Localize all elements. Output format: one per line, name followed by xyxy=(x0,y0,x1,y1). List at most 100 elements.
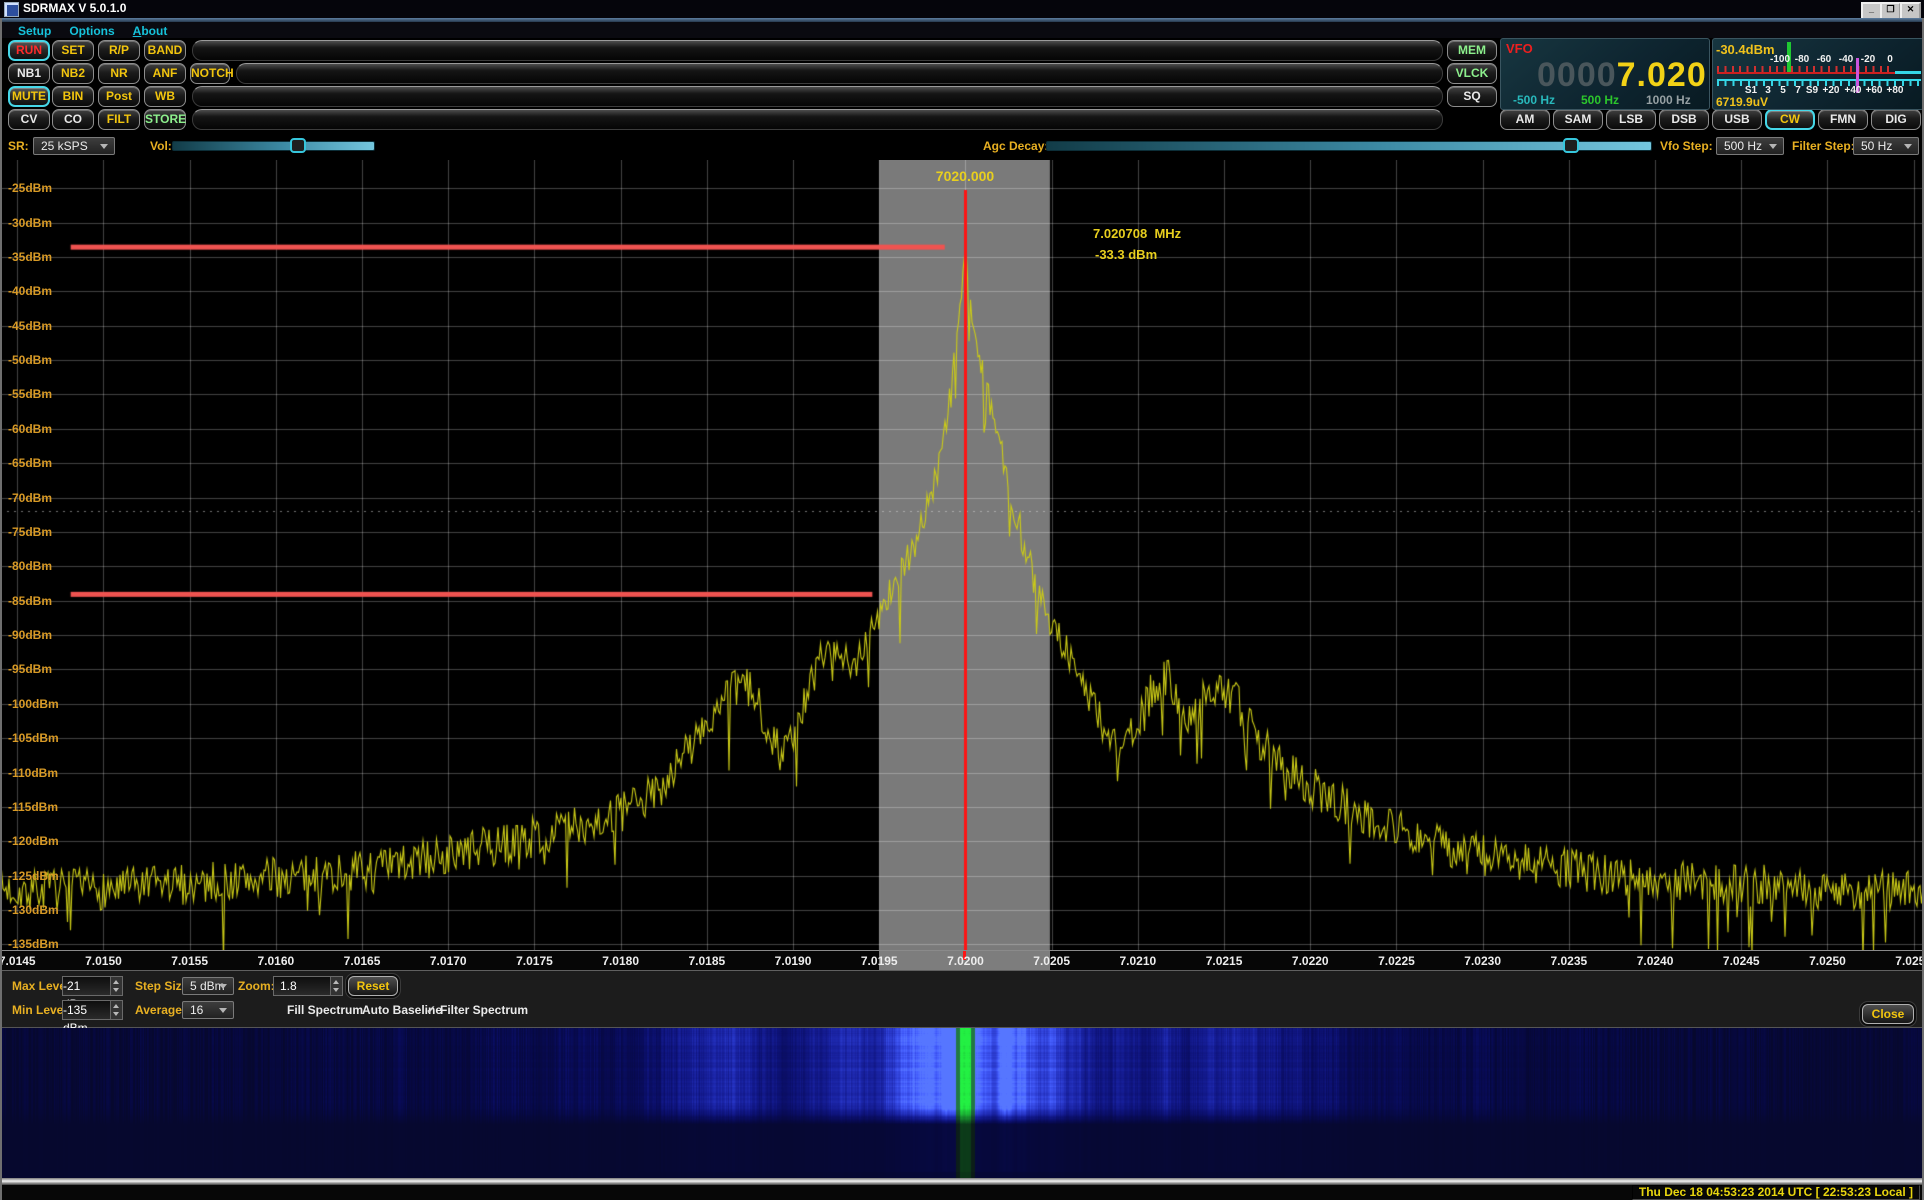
y-axis-label--75dbm: -75dBm xyxy=(8,525,52,539)
toolbar-button-band[interactable]: BAND xyxy=(144,40,186,61)
max-level-spinner[interactable]: -21 dBm xyxy=(62,976,123,996)
x-axis-label-7-0190: 7.0190 xyxy=(775,954,812,968)
y-axis-label--70dbm: -70dBm xyxy=(8,491,52,505)
mem-button[interactable]: MEM xyxy=(1447,40,1497,61)
toolbar-button-store[interactable]: STORE xyxy=(144,109,186,130)
toolbar-button-bin[interactable]: BIN xyxy=(52,86,94,107)
x-axis-label-7-0185: 7.0185 xyxy=(688,954,725,968)
y-axis-label--130dbm: -130dBm xyxy=(8,903,59,917)
x-axis-label-7-0255: 7.0255 xyxy=(1895,954,1924,968)
toolbar-button-mute[interactable]: MUTE xyxy=(8,86,50,107)
toolbar-button-nr[interactable]: NR xyxy=(98,63,140,84)
agc-decay-slider-thumb[interactable] xyxy=(1563,138,1579,153)
x-axis-label-7-0155: 7.0155 xyxy=(171,954,208,968)
mode-button-lsb[interactable]: LSB xyxy=(1606,109,1656,130)
zoom-spinner[interactable]: 1.8 xyxy=(273,976,343,996)
filter-step-label: Filter Step: xyxy=(1792,137,1855,155)
menu-item-about[interactable]: About xyxy=(133,23,168,39)
title-bar: SDRMAX V 5.0.1.0 _ ❐ ✕ xyxy=(0,0,1924,18)
meter-top-scale--40: -40 xyxy=(1839,54,1853,65)
mode-button-fmn[interactable]: FMN xyxy=(1818,109,1868,130)
sq-button[interactable]: SQ xyxy=(1447,86,1497,107)
zoom-value: 1.8 xyxy=(280,977,297,995)
y-axis-label--85dbm: -85dBm xyxy=(8,594,52,608)
min-level-spin-arrows[interactable] xyxy=(110,1001,122,1019)
mode-button-usb[interactable]: USB xyxy=(1712,109,1762,130)
x-axis-label-7-0205: 7.0205 xyxy=(1033,954,1070,968)
sample-rate-dropdown[interactable]: 25 kSPS xyxy=(33,137,115,155)
toolbar-button-r-p[interactable]: R/P xyxy=(98,40,140,61)
agc-decay-slider[interactable] xyxy=(1046,141,1652,151)
x-axis-label-7-0145: 7.0145 xyxy=(0,954,36,968)
x-axis-label-7-0165: 7.0165 xyxy=(344,954,381,968)
y-axis-label--50dbm: -50dBm xyxy=(8,353,52,367)
toolbar-slot-row1 xyxy=(192,40,1443,61)
meter-bottom-scale-5: 5 xyxy=(1780,85,1786,96)
toolbar-button-filt[interactable]: FILT xyxy=(98,109,140,130)
x-axis-label-7-0210: 7.0210 xyxy=(1119,954,1156,968)
step-size-dropdown[interactable]: 5 dBm xyxy=(182,977,234,995)
meter-bottom-scale--40: +40 xyxy=(1845,85,1862,96)
toolbar-button-nb1[interactable]: NB1 xyxy=(8,63,50,84)
waterfall-display[interactable] xyxy=(0,1028,1924,1178)
window-left-frame xyxy=(0,18,2,1200)
menu-item-setup[interactable]: Setup xyxy=(18,23,51,39)
meter-bottom-scale--80: +80 xyxy=(1887,85,1904,96)
mode-button-cw[interactable]: CW xyxy=(1765,109,1815,130)
mode-button-am[interactable]: AM xyxy=(1500,109,1550,130)
spectrum-canvas[interactable] xyxy=(0,160,1924,950)
meter-bottom-scale-7: 7 xyxy=(1795,85,1801,96)
reset-button[interactable]: Reset xyxy=(348,976,398,996)
filter-step-dropdown[interactable]: 50 Hz xyxy=(1853,137,1919,155)
y-axis-label--105dbm: -105dBm xyxy=(8,731,59,745)
volume-slider[interactable] xyxy=(172,141,375,151)
fill-spectrum-checkbox[interactable]: Fill Spectrum xyxy=(287,1000,363,1020)
zoom-spin-arrows[interactable] xyxy=(330,977,342,995)
vfo-step-dropdown[interactable]: 500 Hz xyxy=(1716,137,1784,155)
meter-dbm-readout: -30.4dBm xyxy=(1716,42,1775,57)
toolbar-button-cv[interactable]: CV xyxy=(8,109,50,130)
x-axis-label-7-0150: 7.0150 xyxy=(85,954,122,968)
min-level-spinner[interactable]: -135 dBm xyxy=(62,1000,123,1020)
close-button[interactable]: Close xyxy=(1862,1004,1914,1024)
x-axis-label-7-0175: 7.0175 xyxy=(516,954,553,968)
max-level-spin-arrows[interactable] xyxy=(110,977,122,995)
x-axis-label-7-0170: 7.0170 xyxy=(430,954,467,968)
meter-top-scale--80: -80 xyxy=(1795,54,1809,65)
y-axis-label--55dbm: -55dBm xyxy=(8,387,52,401)
mode-button-dig[interactable]: DIG xyxy=(1871,109,1921,130)
meter-uv-readout: 6719.9uV xyxy=(1716,95,1768,109)
x-axis-label-7-0220: 7.0220 xyxy=(1292,954,1329,968)
x-axis-label-7-0225: 7.0225 xyxy=(1378,954,1415,968)
mode-button-dsb[interactable]: DSB xyxy=(1659,109,1709,130)
vfo-digits-main[interactable]: 7.020 xyxy=(1617,57,1707,93)
toolbar-button-post-ps[interactable]: Post PS xyxy=(98,86,140,107)
toolbar-button-run[interactable]: RUN xyxy=(8,40,50,61)
mode-button-sam[interactable]: SAM xyxy=(1553,109,1603,130)
bottom-divider xyxy=(0,1178,1924,1185)
meter-bottom-scale--20: +20 xyxy=(1823,85,1840,96)
y-axis-label--45dbm: -45dBm xyxy=(8,319,52,333)
y-axis-label--110dbm: -110dBm xyxy=(8,766,58,780)
toolbar-button-nb2[interactable]: NB2 xyxy=(52,63,94,84)
meter-top-scale--100: -100 xyxy=(1770,54,1790,65)
toolbar-button-anf[interactable]: ANF xyxy=(144,63,186,84)
vlck-button[interactable]: VLCK xyxy=(1447,63,1497,84)
vfo-offset-high: 1000 Hz xyxy=(1646,93,1691,107)
filter-spectrum-checkbox[interactable]: Filter Spectrum xyxy=(440,1000,528,1020)
averages-dropdown[interactable]: 16 xyxy=(182,1001,234,1019)
volume-slider-thumb[interactable] xyxy=(290,138,306,153)
tuned-frequency-label: 7020.000 xyxy=(936,168,994,184)
filter-spectrum-check-icon[interactable]: ✓ xyxy=(426,1000,436,1020)
volume-label: Vol: xyxy=(150,137,172,155)
menu-item-options[interactable]: Options xyxy=(69,23,114,39)
y-axis-label--115dbm: -115dBm xyxy=(8,800,58,814)
app-icon xyxy=(4,2,19,17)
toolbar-button-wb[interactable]: WB xyxy=(144,86,186,107)
y-axis-label--90dbm: -90dBm xyxy=(8,628,52,642)
toolbar-button-co[interactable]: CO xyxy=(52,109,94,130)
toolbar-button-notch[interactable]: NOTCH xyxy=(190,63,230,84)
x-axis-label-7-0195: 7.0195 xyxy=(861,954,898,968)
toolbar-button-set[interactable]: SET xyxy=(52,40,94,61)
meter-scale-line-right xyxy=(1895,71,1921,74)
